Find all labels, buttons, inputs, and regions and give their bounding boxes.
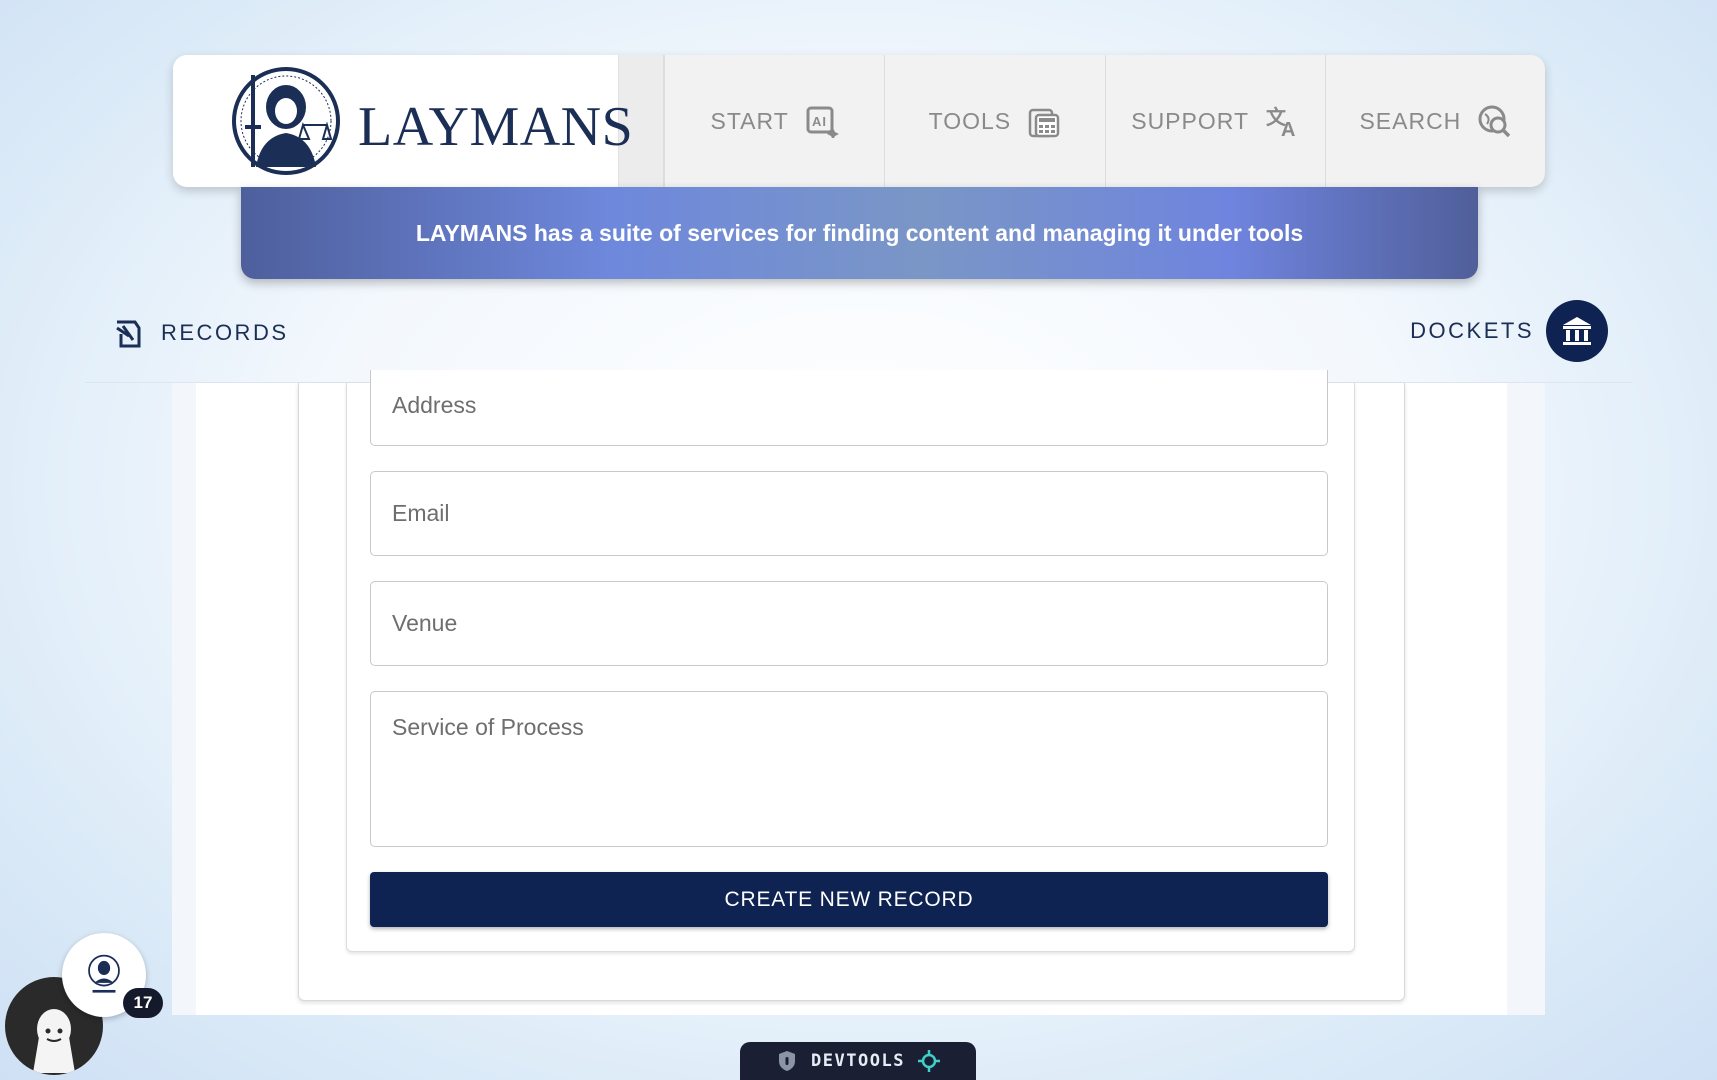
banner-text: LAYMANS has a suite of services for find…: [415, 220, 1304, 246]
address-field[interactable]: [370, 370, 1328, 446]
shield-icon: [779, 1051, 796, 1071]
venue-field[interactable]: [370, 581, 1328, 666]
calculator-icon: [1028, 108, 1060, 138]
nav-support[interactable]: SUPPORT 文 A: [1104, 55, 1325, 187]
nav-search-label: SEARCH: [1359, 107, 1462, 134]
service-of-process-field[interactable]: [370, 691, 1328, 847]
form-inner-card: [346, 383, 1355, 952]
nav-start[interactable]: START AI: [664, 55, 884, 187]
svg-text:AI: AI: [812, 114, 827, 129]
ai-sparkle-icon: AI: [806, 106, 839, 138]
records-icon: [116, 320, 141, 348]
search-globe-icon: [1478, 105, 1511, 138]
nav-tools-label: TOOLS: [928, 107, 1012, 134]
brand-name: LAYMANS: [358, 96, 634, 158]
notification-count-badge: 17: [123, 988, 163, 1018]
svg-text:A: A: [1281, 119, 1296, 138]
nav-start-label: START: [710, 107, 789, 134]
nav-search[interactable]: SEARCH: [1324, 55, 1545, 187]
nav-support-label: SUPPORT: [1131, 107, 1250, 134]
dockets-button[interactable]: [1546, 300, 1608, 362]
translate-icon: 文 A: [1266, 105, 1296, 138]
email-field[interactable]: [370, 471, 1328, 556]
courthouse-icon: [1563, 317, 1591, 345]
records-label: RECORDS: [161, 320, 289, 345]
lady-justice-logo-icon: [232, 67, 340, 175]
brand-logo-link[interactable]: LAYMANS: [173, 55, 633, 187]
lady-justice-mini-icon: [88, 954, 120, 993]
create-new-record-button[interactable]: CREATE NEW RECORD: [370, 872, 1328, 927]
devtools-tab[interactable]: DEVTOOLS: [740, 1042, 976, 1080]
info-banner: LAYMANS has a suite of services for find…: [241, 187, 1478, 279]
devtools-label: DEVTOOLS: [811, 1051, 905, 1071]
nav-tools[interactable]: TOOLS: [884, 55, 1104, 187]
dockets-link[interactable]: DOCKETS: [1410, 300, 1608, 362]
records-link[interactable]: RECORDS: [113, 316, 289, 350]
top-navigation-bar: LAYMANS START AI TOOLS SUPPORT 文 A SEARC…: [173, 55, 1545, 187]
crosshair-icon[interactable]: [917, 1049, 941, 1073]
dockets-label: DOCKETS: [1410, 318, 1534, 343]
